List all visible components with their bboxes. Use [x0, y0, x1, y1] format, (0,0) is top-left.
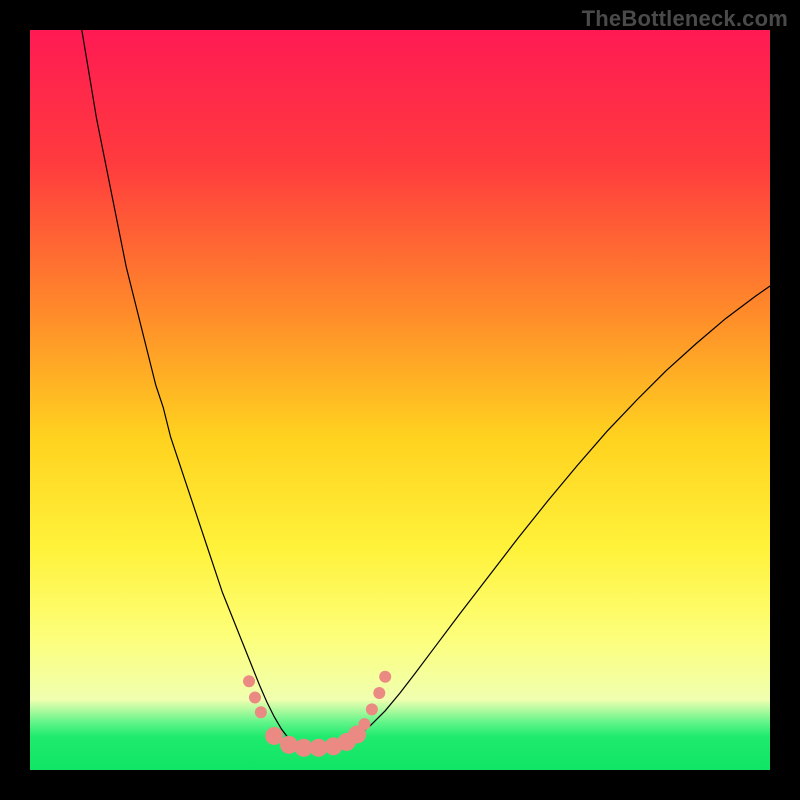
- highlight-dot: [255, 706, 267, 718]
- highlight-dot: [379, 671, 391, 683]
- plot-area: [30, 30, 770, 770]
- chart-frame: TheBottleneck.com: [0, 0, 800, 800]
- highlight-dot: [358, 718, 370, 730]
- highlight-dot: [280, 736, 298, 754]
- highlight-dot: [366, 703, 378, 715]
- watermark-text: TheBottleneck.com: [582, 6, 788, 32]
- highlight-dot: [373, 687, 385, 699]
- gradient-background: [30, 30, 770, 770]
- highlight-dot: [249, 691, 261, 703]
- highlight-dot: [243, 675, 255, 687]
- chart-svg: [30, 30, 770, 770]
